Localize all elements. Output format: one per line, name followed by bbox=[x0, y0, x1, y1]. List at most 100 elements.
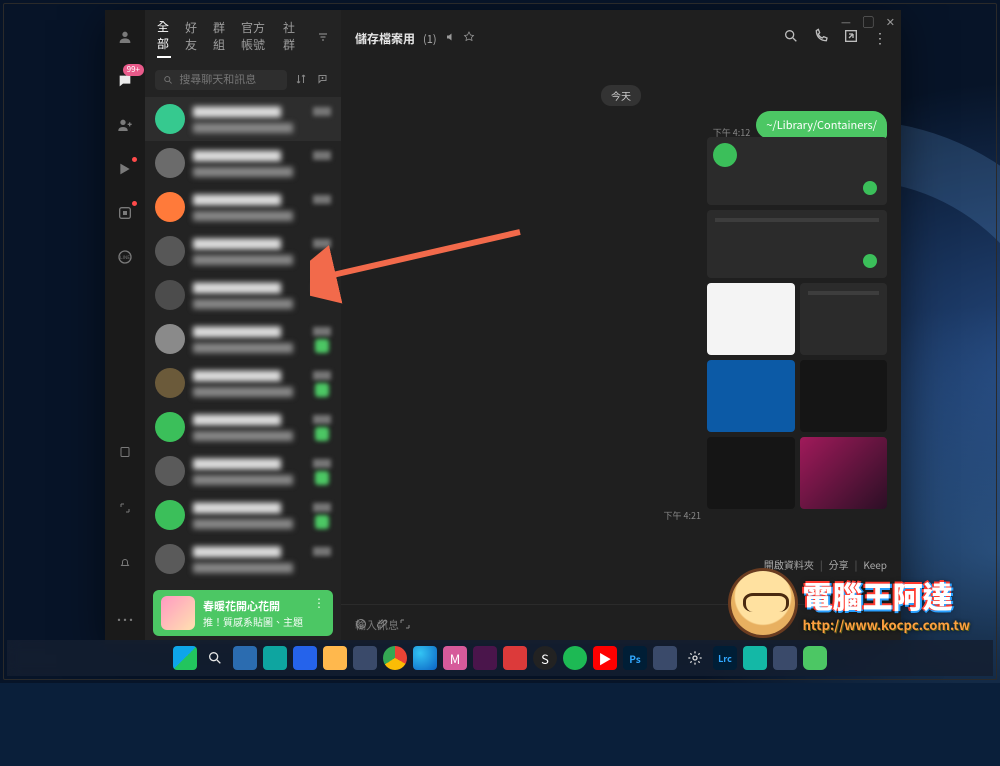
attach-icon[interactable] bbox=[377, 615, 389, 634]
unread-indicator bbox=[315, 339, 329, 353]
promo-thumbnail bbox=[161, 596, 195, 630]
open-chat-icon[interactable] bbox=[114, 202, 136, 224]
promo-subtitle: 推！質感系貼圖、主題 bbox=[203, 614, 303, 629]
minimize-button[interactable]: — bbox=[841, 14, 851, 30]
image-attachment[interactable] bbox=[800, 437, 888, 509]
taskbar-app-icon[interactable]: S bbox=[533, 646, 557, 670]
chat-list[interactable]: ████████ ██████████ ██ ████████ ████████… bbox=[145, 97, 341, 584]
image-attachment[interactable] bbox=[707, 437, 795, 509]
keep-link[interactable]: Keep bbox=[863, 557, 887, 572]
chat-list-item[interactable]: ████████ ██████████ ██ bbox=[145, 493, 341, 537]
line-app-window: 99+ LINE bbox=[105, 10, 901, 644]
taskbar-app-icon[interactable] bbox=[473, 646, 497, 670]
file-explorer-icon[interactable] bbox=[323, 646, 347, 670]
chat-list-item[interactable]: ████████ ██████████ ██ bbox=[145, 273, 341, 317]
tab-official[interactable]: 官方帳號 bbox=[241, 19, 269, 57]
friends-icon[interactable] bbox=[114, 26, 136, 48]
taskbar-app-icon[interactable]: M bbox=[443, 646, 467, 670]
pin-icon[interactable] bbox=[463, 30, 475, 47]
image-attachment[interactable] bbox=[707, 283, 795, 355]
line-icon[interactable] bbox=[803, 646, 827, 670]
chat-list-item[interactable]: ████████ ██████████ ██ bbox=[145, 141, 341, 185]
unread-indicator bbox=[315, 515, 329, 529]
new-chat-icon[interactable] bbox=[315, 68, 331, 91]
share-link[interactable]: 分享 bbox=[829, 557, 849, 572]
edge-icon[interactable] bbox=[413, 646, 437, 670]
maximize-button[interactable]: ▢ bbox=[863, 14, 874, 30]
taskbar-app-icon[interactable] bbox=[743, 646, 767, 670]
chat-list-item[interactable]: ████████ ██████████ ██ bbox=[145, 97, 341, 141]
settings-icon[interactable] bbox=[683, 646, 707, 670]
chat-list-item[interactable]: ████████ ██████████ ██ bbox=[145, 405, 341, 449]
search-input-container[interactable] bbox=[155, 70, 287, 90]
watermark: 電腦王阿達 http://www.kocpc.com.tw bbox=[731, 571, 970, 635]
sort-icon[interactable] bbox=[293, 68, 309, 91]
avatar bbox=[155, 104, 185, 134]
screenshot-icon[interactable] bbox=[115, 498, 135, 518]
image-attachment[interactable] bbox=[707, 210, 887, 278]
chat-list-item[interactable]: ████████ ██████████ ██ bbox=[145, 185, 341, 229]
image-attachment[interactable] bbox=[707, 360, 795, 432]
mute-icon[interactable] bbox=[445, 30, 457, 47]
open-folder-link[interactable]: 開啟資料夾 bbox=[764, 557, 814, 572]
watermark-text: 電腦王阿達 bbox=[803, 573, 970, 617]
chat-list-item[interactable]: ████████ ██████████ ██ bbox=[145, 317, 341, 361]
photoshop-icon[interactable]: Ps bbox=[623, 646, 647, 670]
chat-menu-icon[interactable]: ⋮ bbox=[873, 28, 887, 49]
taskbar-search-icon[interactable] bbox=[203, 646, 227, 670]
taskbar-app-icon[interactable] bbox=[503, 646, 527, 670]
notification-icon[interactable] bbox=[115, 554, 135, 574]
tab-friends[interactable]: 好友 bbox=[185, 19, 199, 57]
promo-banner[interactable]: 春暖花開心花開 推！質感系貼圖、主題 ⋮ bbox=[153, 590, 333, 636]
emoji-icon[interactable] bbox=[355, 615, 367, 634]
avatar bbox=[155, 544, 185, 574]
line-services-icon[interactable]: LINE bbox=[114, 246, 136, 268]
capture-icon[interactable] bbox=[399, 615, 411, 634]
windows-taskbar: M S ▶ Ps Lrc bbox=[7, 640, 993, 676]
task-view-icon[interactable] bbox=[233, 646, 257, 670]
message-bubble[interactable]: ~/Library/Containers/ bbox=[756, 111, 887, 139]
close-button[interactable]: ✕ bbox=[886, 14, 895, 30]
tab-groups[interactable]: 群組 bbox=[213, 19, 227, 57]
chat-list-item[interactable]: ████████ ██████████ ██ bbox=[145, 537, 341, 581]
image-attachment[interactable] bbox=[800, 283, 888, 355]
avatar bbox=[155, 280, 185, 310]
call-icon[interactable] bbox=[813, 28, 829, 49]
promo-menu-icon[interactable]: ⋮ bbox=[313, 594, 325, 611]
unread-indicator bbox=[315, 427, 329, 441]
image-attachment[interactable] bbox=[707, 137, 887, 205]
tab-community[interactable]: 社群 bbox=[283, 19, 297, 57]
image-attachment[interactable] bbox=[800, 360, 888, 432]
popout-icon[interactable] bbox=[843, 28, 859, 49]
tab-all[interactable]: 全部 bbox=[157, 18, 171, 58]
avatar bbox=[155, 456, 185, 486]
youtube-icon[interactable]: ▶ bbox=[593, 646, 617, 670]
spotify-icon[interactable] bbox=[563, 646, 587, 670]
chats-icon[interactable]: 99+ bbox=[114, 70, 136, 92]
avatar bbox=[155, 236, 185, 266]
avatar bbox=[155, 324, 185, 354]
taskbar-app-icon[interactable] bbox=[773, 646, 797, 670]
voom-icon[interactable] bbox=[114, 158, 136, 180]
chrome-icon[interactable] bbox=[383, 646, 407, 670]
taskbar-app-icon[interactable] bbox=[263, 646, 287, 670]
image-message-grid[interactable] bbox=[707, 137, 887, 509]
settings-menu-icon[interactable]: ⋯ bbox=[115, 610, 135, 630]
search-input[interactable] bbox=[179, 74, 279, 86]
chat-list-item[interactable]: ████████ ██████████ ██ bbox=[145, 581, 341, 584]
add-friend-icon[interactable] bbox=[114, 114, 136, 136]
tab-filter-icon[interactable] bbox=[317, 28, 329, 48]
chat-list-item[interactable]: ████████ ██████████ ██ bbox=[145, 449, 341, 493]
keep-icon[interactable] bbox=[115, 442, 135, 462]
chat-list-item[interactable]: ████████ ██████████ ██ bbox=[145, 229, 341, 273]
start-button[interactable] bbox=[173, 646, 197, 670]
attachment-footer-links: 開啟資料夾 | 分享 | Keep bbox=[764, 557, 887, 572]
taskbar-app-icon[interactable] bbox=[293, 646, 317, 670]
chat-body[interactable]: 今天 下午 4:12 ~/Library/Containers/ 下午 4:21 bbox=[341, 57, 901, 604]
chat-list-tabs: 全部 好友 群組 官方帳號 社群 bbox=[145, 10, 341, 64]
taskbar-app-icon[interactable] bbox=[653, 646, 677, 670]
lightroom-icon[interactable]: Lrc bbox=[713, 646, 737, 670]
chat-list-item[interactable]: ████████ ██████████ ██ bbox=[145, 361, 341, 405]
taskbar-app-icon[interactable] bbox=[353, 646, 377, 670]
search-in-chat-icon[interactable] bbox=[783, 28, 799, 49]
